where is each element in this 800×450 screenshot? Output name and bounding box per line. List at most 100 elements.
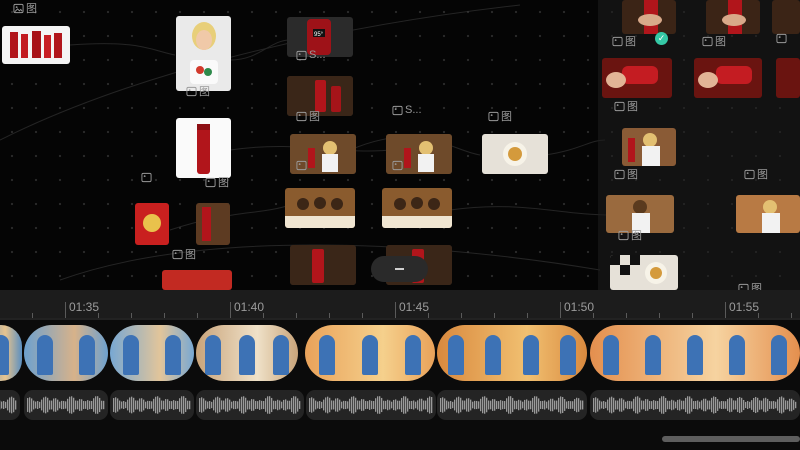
image-icon bbox=[614, 169, 625, 179]
node-label: 图 bbox=[738, 280, 762, 290]
small-bottle-node[interactable] bbox=[196, 203, 230, 245]
clip-frame-figure bbox=[687, 335, 703, 375]
clip-frame-figure bbox=[523, 335, 539, 375]
clip-frame-figure bbox=[37, 335, 53, 375]
horizontal-scrollbar[interactable] bbox=[662, 436, 800, 442]
ruler-major-tick bbox=[395, 302, 396, 318]
clip-frame-figure bbox=[729, 335, 745, 375]
audio-waveform[interactable] bbox=[437, 390, 587, 420]
node-label: 图 bbox=[702, 33, 726, 49]
clip-frame-figure bbox=[319, 335, 335, 375]
girl-window-node[interactable] bbox=[736, 195, 800, 233]
node-label bbox=[141, 172, 152, 183]
clip-frame-figure bbox=[205, 335, 221, 375]
video-clip[interactable] bbox=[196, 325, 298, 381]
thermos-set-node[interactable] bbox=[2, 26, 70, 64]
hand-thermos-node-3[interactable] bbox=[776, 58, 800, 98]
checker-food-node[interactable] bbox=[610, 255, 678, 290]
image-icon bbox=[296, 160, 307, 171]
node-canvas[interactable]: 图 图 图 95° S... 图 S... 图 图 ✓ 图 图 图 图 图 图 … bbox=[0, 0, 800, 290]
image-icon bbox=[172, 249, 183, 259]
red-bottle-node[interactable] bbox=[176, 118, 231, 178]
audio-waveform[interactable] bbox=[590, 390, 800, 420]
node-label: S... bbox=[296, 49, 326, 61]
video-clip[interactable] bbox=[110, 325, 194, 381]
audio-waveform[interactable] bbox=[196, 390, 304, 420]
image-icon bbox=[141, 172, 152, 183]
group-table-node-2[interactable] bbox=[382, 188, 452, 228]
node-label bbox=[296, 160, 307, 171]
node-label: 图 bbox=[186, 83, 210, 99]
node-label bbox=[392, 160, 403, 171]
clip-frame-figure bbox=[485, 335, 501, 375]
time-label: 01:45 bbox=[399, 300, 430, 314]
node-label: 图 bbox=[612, 33, 636, 49]
time-label: 01:35 bbox=[69, 300, 100, 314]
clip-frame-figure bbox=[771, 335, 787, 375]
clip-frame-figure bbox=[123, 335, 139, 375]
clip-frame-figure bbox=[273, 335, 289, 375]
ruler-baseline bbox=[0, 318, 800, 320]
hand-thermos-node[interactable] bbox=[602, 58, 672, 98]
image-icon bbox=[392, 105, 403, 115]
clip-frame-figure bbox=[645, 335, 661, 375]
clip-frame-figure bbox=[239, 335, 255, 375]
food-plate-node[interactable] bbox=[482, 134, 548, 174]
time-ruler[interactable]: 01:35 01:40 01:45 01:50 01:55 bbox=[0, 290, 800, 318]
image-icon bbox=[612, 36, 623, 46]
image-icon bbox=[744, 169, 755, 179]
image-icon bbox=[296, 111, 307, 121]
thermos-pour-node[interactable] bbox=[290, 245, 356, 285]
grip-thermos-node-3[interactable] bbox=[772, 0, 800, 34]
ruler-major-tick bbox=[65, 302, 66, 318]
girl-thermos-node[interactable] bbox=[622, 128, 676, 166]
timeline[interactable]: 01:35 01:40 01:45 01:50 01:55 bbox=[0, 290, 800, 450]
model-photo-node[interactable] bbox=[176, 16, 231, 91]
image-icon bbox=[296, 50, 307, 60]
image-icon bbox=[738, 283, 749, 290]
collapse-button[interactable] bbox=[371, 256, 428, 282]
node-label: 图 bbox=[172, 246, 196, 262]
image-icon bbox=[776, 33, 787, 44]
svg-text:95°: 95° bbox=[314, 32, 324, 38]
node-label bbox=[776, 33, 787, 44]
time-label: 01:55 bbox=[729, 300, 760, 314]
audio-waveform[interactable] bbox=[306, 390, 436, 420]
image-icon bbox=[205, 177, 216, 187]
clip-frame-figure bbox=[362, 335, 378, 375]
video-clip[interactable] bbox=[437, 325, 587, 381]
node-label: 图 bbox=[296, 108, 320, 124]
bottom-thermos-node[interactable] bbox=[162, 270, 232, 290]
image-icon bbox=[186, 86, 197, 96]
node-label: 图 bbox=[13, 0, 37, 16]
node-label: 图 bbox=[205, 174, 229, 190]
node-label: S... bbox=[392, 104, 422, 116]
time-label: 01:50 bbox=[564, 300, 595, 314]
small-poster-node[interactable] bbox=[135, 203, 169, 245]
image-icon bbox=[13, 3, 24, 13]
grip-thermos-node-2[interactable] bbox=[706, 0, 760, 34]
audio-waveform[interactable] bbox=[110, 390, 194, 420]
checkmark-icon: ✓ bbox=[655, 32, 668, 45]
image-icon bbox=[702, 36, 713, 46]
audio-waveform[interactable] bbox=[0, 390, 20, 420]
clip-frame-figure bbox=[165, 335, 181, 375]
ruler-major-tick bbox=[560, 302, 561, 318]
node-label: 图 bbox=[614, 98, 638, 114]
video-clip[interactable] bbox=[590, 325, 800, 381]
time-label: 01:40 bbox=[234, 300, 265, 314]
video-clip[interactable] bbox=[305, 325, 435, 381]
group-table-node[interactable] bbox=[285, 188, 355, 228]
video-clip[interactable] bbox=[24, 325, 108, 381]
video-clip[interactable] bbox=[0, 325, 22, 381]
clip-frame-figure bbox=[560, 335, 576, 375]
node-label: 图 bbox=[488, 108, 512, 124]
node-label: 图 bbox=[618, 227, 642, 243]
hand-thermos-node-2[interactable] bbox=[694, 58, 762, 98]
ruler-major-tick bbox=[725, 302, 726, 318]
clip-frame-figure bbox=[603, 335, 619, 375]
clip-frame-figure bbox=[0, 335, 9, 375]
audio-waveform[interactable] bbox=[24, 390, 108, 420]
node-label: 图 bbox=[614, 166, 638, 182]
grip-thermos-node[interactable] bbox=[622, 0, 676, 34]
